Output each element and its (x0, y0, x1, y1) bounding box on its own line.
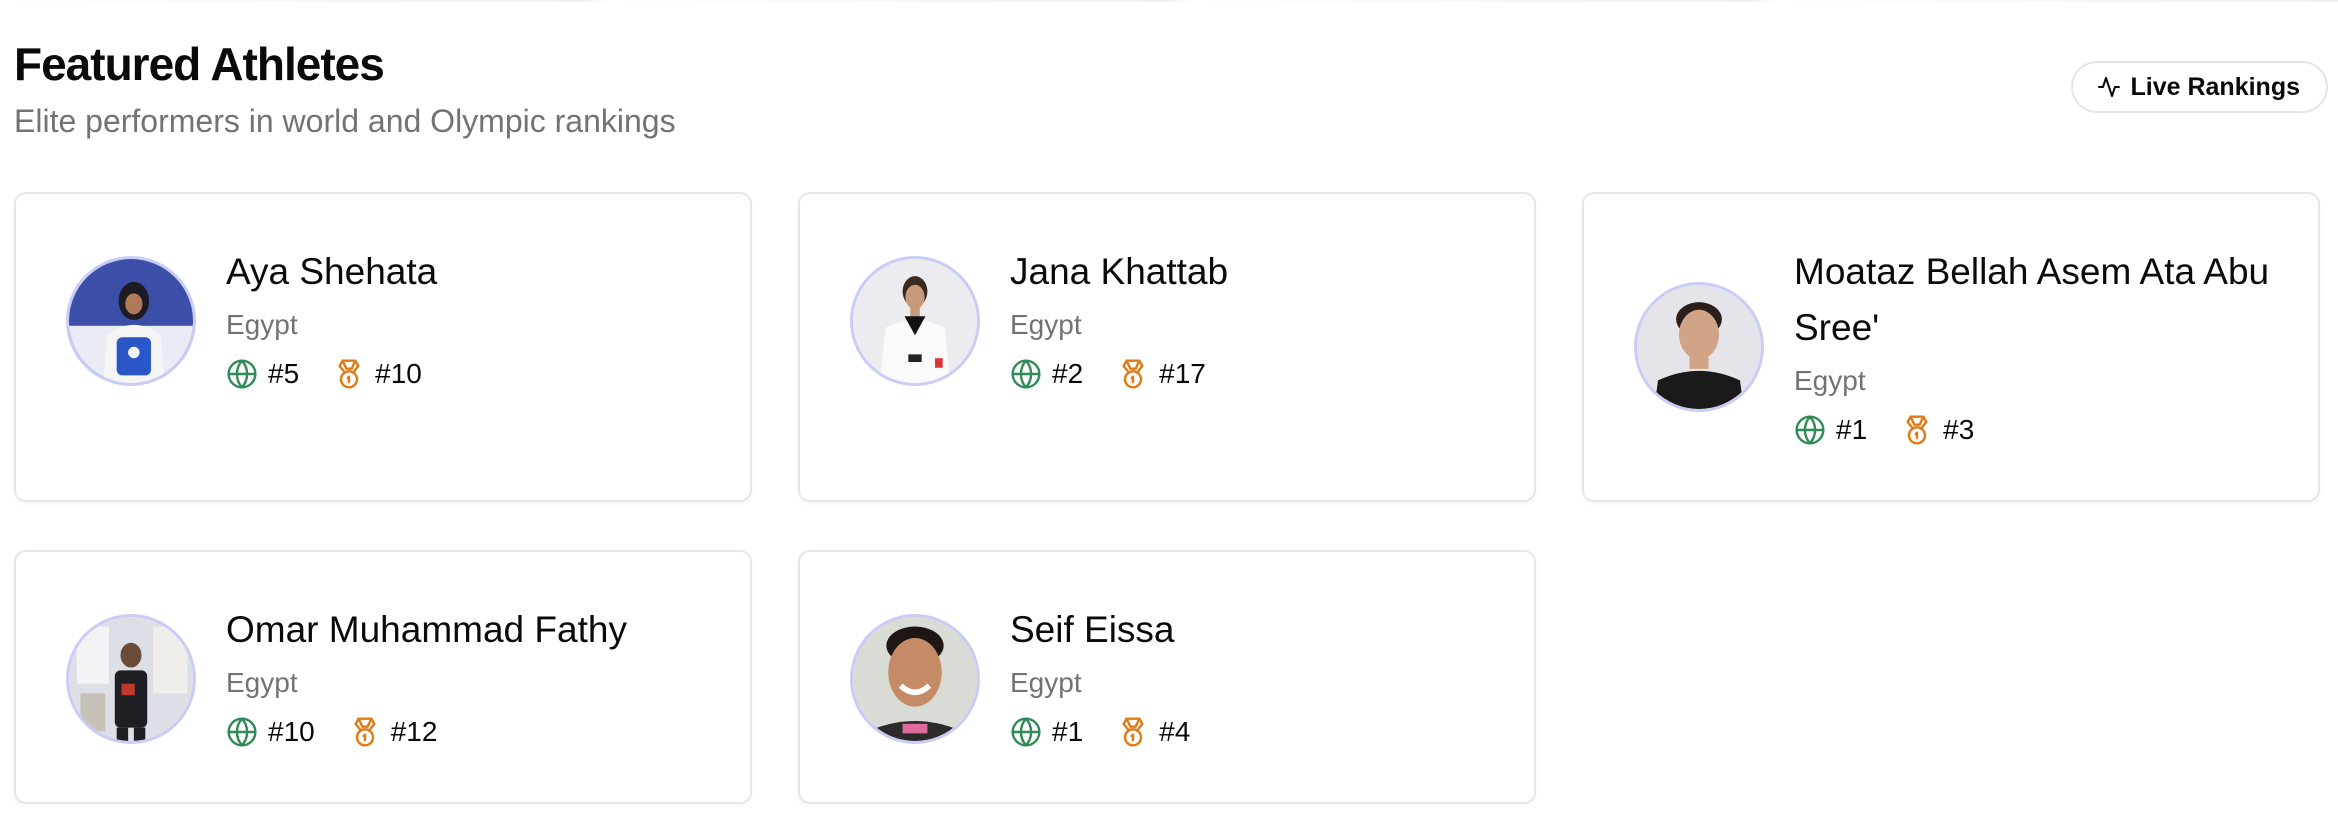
athlete-name: Omar Muhammad Fathy (226, 609, 627, 650)
top-divider (0, 0, 2338, 2)
athlete-name: Jana Khattab (1010, 251, 1229, 292)
athlete-avatar (850, 256, 980, 386)
olympic-rank: #3 (1901, 414, 1974, 446)
section-header: Featured Athletes Elite performers in wo… (14, 34, 2334, 154)
world-rank-value: #2 (1052, 358, 1084, 389)
activity-icon (2097, 77, 2120, 97)
section-subtitle: Elite performers in world and Olympic ra… (14, 103, 676, 139)
athlete-ranks: #1 #3 (1794, 414, 2294, 446)
athlete-ranks: #1 #4 (1010, 716, 1510, 748)
olympic-rank-value: #12 (390, 716, 438, 747)
olympic-rank: #12 (349, 716, 438, 748)
medal-icon (1122, 717, 1144, 747)
medal-icon (338, 359, 360, 389)
world-rank-value: #1 (1052, 716, 1084, 747)
medal-icon (1906, 415, 1928, 445)
world-rank: #2 (1010, 358, 1083, 390)
globe-icon (1011, 717, 1041, 747)
world-rank: #5 (226, 358, 299, 390)
live-rankings-label: Live Rankings (2130, 72, 2301, 101)
world-rank: #1 (1794, 414, 1867, 446)
athlete-card[interactable]: Aya Shehata Egypt #5 #10 (14, 192, 752, 502)
athlete-avatar (850, 614, 980, 744)
olympic-rank: #10 (333, 358, 422, 390)
athlete-card[interactable]: Moataz Bellah Asem Ata Abu Sree' Egypt #… (1582, 192, 2320, 502)
athlete-info: Jana Khattab Egypt #2 #17 (1010, 244, 1510, 390)
athlete-info: Moataz Bellah Asem Ata Abu Sree' Egypt #… (1794, 244, 2294, 446)
athlete-info: Omar Muhammad Fathy Egypt #10 #12 (226, 602, 726, 748)
world-rank: #10 (226, 716, 315, 748)
globe-icon (1011, 359, 1041, 389)
athlete-country: Egypt (226, 309, 298, 340)
world-rank: #1 (1010, 716, 1083, 748)
athlete-card[interactable]: Jana Khattab Egypt #2 #17 (798, 192, 1536, 502)
athlete-card[interactable]: Omar Muhammad Fathy Egypt #10 #12 (14, 550, 752, 804)
medal-icon (354, 717, 376, 747)
athlete-ranks: #10 #12 (226, 716, 726, 748)
athlete-ranks: #5 #10 (226, 358, 726, 390)
world-rank-value: #1 (1836, 414, 1868, 445)
athlete-avatar (1634, 282, 1764, 412)
athlete-country: Egypt (1010, 309, 1082, 340)
section-title: Featured Athletes (14, 38, 385, 90)
olympic-rank-value: #4 (1159, 716, 1191, 747)
athlete-country: Egypt (1010, 667, 1082, 698)
athlete-country: Egypt (1794, 365, 1866, 396)
athlete-info: Seif Eissa Egypt #1 #4 (1010, 602, 1510, 748)
olympic-rank-value: #3 (1943, 414, 1975, 445)
olympic-rank: #17 (1117, 358, 1206, 390)
athlete-name: Seif Eissa (1010, 609, 1175, 650)
world-rank-value: #5 (268, 358, 300, 389)
world-rank-value: #10 (268, 716, 315, 747)
medal-icon (1122, 359, 1144, 389)
olympic-rank-value: #17 (1159, 358, 1206, 389)
athlete-ranks: #2 #17 (1010, 358, 1510, 390)
athlete-avatar (66, 256, 196, 386)
olympic-rank-value: #10 (375, 358, 422, 389)
globe-icon (227, 717, 257, 747)
athlete-info: Aya Shehata Egypt #5 #10 (226, 244, 726, 390)
athlete-avatar (66, 614, 196, 744)
olympic-rank: #4 (1117, 716, 1190, 748)
live-rankings-button[interactable]: Live Rankings (2070, 61, 2328, 113)
globe-icon (1795, 415, 1825, 445)
athlete-card[interactable]: Seif Eissa Egypt #1 #4 (798, 550, 1536, 804)
athlete-country: Egypt (226, 667, 298, 698)
globe-icon (227, 359, 257, 389)
athlete-name: Moataz Bellah Asem Ata Abu Sree' (1794, 251, 2270, 348)
athlete-name: Aya Shehata (226, 251, 438, 292)
